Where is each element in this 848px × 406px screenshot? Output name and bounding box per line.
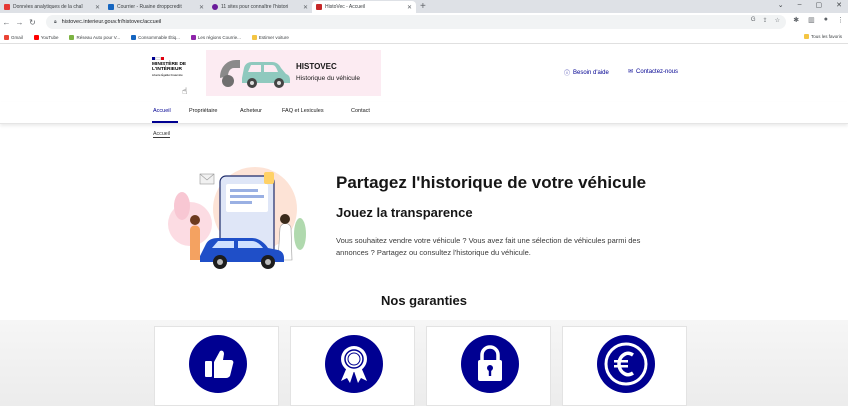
bookmark-item[interactable]: Gmail xyxy=(4,34,23,40)
guarantee-card xyxy=(290,326,415,406)
bookmark-label: YouTube xyxy=(40,34,59,40)
browser-toolbar: ← → ↻ 🔒︎ histovec.interieur.gouv.fr/hist… xyxy=(0,13,848,31)
tab-close-icon[interactable]: ✕ xyxy=(407,4,412,11)
close-window-icon[interactable]: ✕ xyxy=(836,1,842,9)
sidepanel-icon[interactable]: ▥ xyxy=(808,16,815,24)
window-controls: ⌄ – ▢ ✕ xyxy=(778,1,842,9)
tab-favicon-icon xyxy=(212,4,218,10)
folder-icon xyxy=(251,34,257,40)
bookmark-favicon-icon xyxy=(69,34,75,40)
euro-icon xyxy=(597,335,655,393)
histovec-banner[interactable]: HISTOVEC Historique du véhicule xyxy=(206,50,381,96)
all-bookmarks-label: Tous les favoris xyxy=(810,34,842,39)
hero-description: Vous souhaitez vendre votre véhicule ? V… xyxy=(336,236,641,257)
google-lens-icon[interactable]: G xyxy=(751,17,756,24)
bookmark-favicon-icon xyxy=(190,34,196,40)
bookmark-label: Estimer voiture xyxy=(258,34,289,40)
browser-tab-strip: Données analytiques de la chaî ✕ Courrie… xyxy=(0,0,848,13)
guarantee-card xyxy=(562,326,687,406)
bookmark-item[interactable]: Consommable Étiq... xyxy=(131,34,180,40)
tab-close-icon[interactable]: ✕ xyxy=(95,4,100,11)
extensions-icon[interactable]: ✱ xyxy=(793,16,799,24)
tab-favicon-icon xyxy=(108,4,114,10)
help-link[interactable]: ⓘ Besoin d'aide xyxy=(564,68,609,78)
bookmark-star-icon[interactable]: ☆ xyxy=(775,17,780,24)
contact-link[interactable]: ✉ Contactez-nous xyxy=(628,68,679,76)
browser-tab[interactable]: 11 sites pour connaître l'histori ✕ xyxy=(208,1,312,13)
thumbs-up-icon xyxy=(189,335,247,393)
hero-subtitle: Jouez la transparence xyxy=(336,205,473,220)
hero-illustration xyxy=(168,167,306,269)
youtube-icon xyxy=(33,34,39,40)
question-circle-icon: ⓘ xyxy=(564,71,571,77)
share-icon[interactable]: ⇪ xyxy=(763,17,768,24)
browser-tab[interactable]: Données analytiques de la chaî ✕ xyxy=(0,1,104,13)
brand-tagline: Historique du véhicule xyxy=(296,75,360,82)
hero-title: Partagez l'historique de votre véhicule xyxy=(336,173,647,192)
ministry-name: MINISTÈRE DE L'INTÉRIEUR xyxy=(152,62,187,72)
bookmark-label: Les régions Courrie... xyxy=(197,34,241,40)
bookmark-item[interactable]: YouTube xyxy=(33,34,59,40)
url-text[interactable]: histovec.interieur.gouv.fr/histovec/accu… xyxy=(62,19,162,25)
republic-motto: Liberté Égalité Fraternité xyxy=(152,73,183,77)
gmail-icon xyxy=(4,34,9,40)
minimize-icon[interactable]: – xyxy=(798,1,802,9)
lock-icon[interactable]: 🔒︎ xyxy=(54,19,57,25)
menu-icon[interactable]: ⋮ xyxy=(837,16,844,24)
browser-tab-active[interactable]: HistoVec - Accueil ✕ xyxy=(312,1,416,13)
help-link-label: Besoin d'aide xyxy=(573,69,609,76)
bookmark-item[interactable]: Réseau Auto pour V... xyxy=(69,34,121,40)
tab-close-icon[interactable]: ✕ xyxy=(199,4,204,11)
toolbar-right: ✱ ▥ ● ⋮ xyxy=(793,16,844,24)
nav-item-acheteur[interactable]: Acheteur xyxy=(240,108,262,114)
breadcrumb[interactable]: Accueil xyxy=(153,131,171,138)
tab-title: HistoVec - Accueil xyxy=(325,4,366,10)
bookmark-item[interactable]: Estimer voiture xyxy=(251,34,289,40)
guarantee-card xyxy=(154,326,279,406)
browser-tab[interactable]: Courrier - Ruaine droppcredit ✕ xyxy=(104,1,208,13)
tab-favicon-icon xyxy=(4,4,10,10)
bookmark-favicon-icon xyxy=(131,34,137,40)
guarantee-card xyxy=(426,326,551,406)
histovec-car-logo-icon xyxy=(220,60,290,88)
bookmark-label: Consommable Étiq... xyxy=(138,34,180,40)
award-medal-icon xyxy=(325,335,383,393)
tab-favicon-icon xyxy=(316,4,322,10)
mouse-pointer-icon: ☝ xyxy=(182,86,188,96)
reload-icon[interactable]: ↻ xyxy=(26,18,39,27)
back-icon[interactable]: ← xyxy=(0,18,13,27)
bookmarks-bar: Gmail YouTube Réseau Auto pour V... Cons… xyxy=(0,31,848,44)
nav-item-faq[interactable]: FAQ et Lexicules xyxy=(282,108,324,114)
all-bookmarks[interactable]: Tous les favoris xyxy=(803,34,842,39)
tab-close-icon[interactable]: ✕ xyxy=(303,4,308,11)
nav-item-proprietaire[interactable]: Propriétaire xyxy=(189,108,217,114)
contact-link-label: Contactez-nous xyxy=(636,68,679,75)
bookmark-item[interactable]: Les régions Courrie... xyxy=(190,34,241,40)
bookmark-label: Gmail xyxy=(11,34,23,40)
marianne-flag-icon xyxy=(152,57,164,60)
address-bar[interactable]: 🔒︎ histovec.interieur.gouv.fr/histovec/a… xyxy=(46,15,786,29)
tab-search-icon[interactable]: ⌄ xyxy=(778,1,784,9)
ministry-logo[interactable]: MINISTÈRE DE L'INTÉRIEUR Liberté Égalité… xyxy=(152,57,204,77)
forward-icon[interactable]: → xyxy=(13,18,26,27)
tab-title: Courrier - Ruaine droppcredit xyxy=(117,4,182,10)
nav-item-accueil[interactable]: Accueil xyxy=(153,108,171,114)
site-header: MINISTÈRE DE L'INTÉRIEUR Liberté Égalité… xyxy=(0,44,848,102)
guarantees-title: Nos garanties xyxy=(381,293,467,308)
guarantees-section xyxy=(0,320,848,406)
mail-icon: ✉ xyxy=(628,69,634,75)
profile-icon[interactable]: ● xyxy=(824,16,828,24)
bookmark-label: Réseau Auto pour V... xyxy=(76,34,121,40)
active-nav-indicator xyxy=(152,121,178,123)
new-tab-button[interactable]: + xyxy=(420,1,426,13)
nav-item-contact[interactable]: Contact xyxy=(351,108,370,114)
brand-name: HISTOVEC xyxy=(296,62,337,71)
folder-icon xyxy=(803,34,809,39)
tab-title: Données analytiques de la chaî xyxy=(13,4,83,10)
omnibox-actions: G ⇪ ☆ xyxy=(751,17,780,24)
padlock-icon xyxy=(461,335,519,393)
maximize-icon[interactable]: ▢ xyxy=(816,1,823,9)
main-nav: Accueil Propriétaire Acheteur FAQ et Lex… xyxy=(0,102,848,124)
tab-title: 11 sites pour connaître l'histori xyxy=(221,4,289,10)
